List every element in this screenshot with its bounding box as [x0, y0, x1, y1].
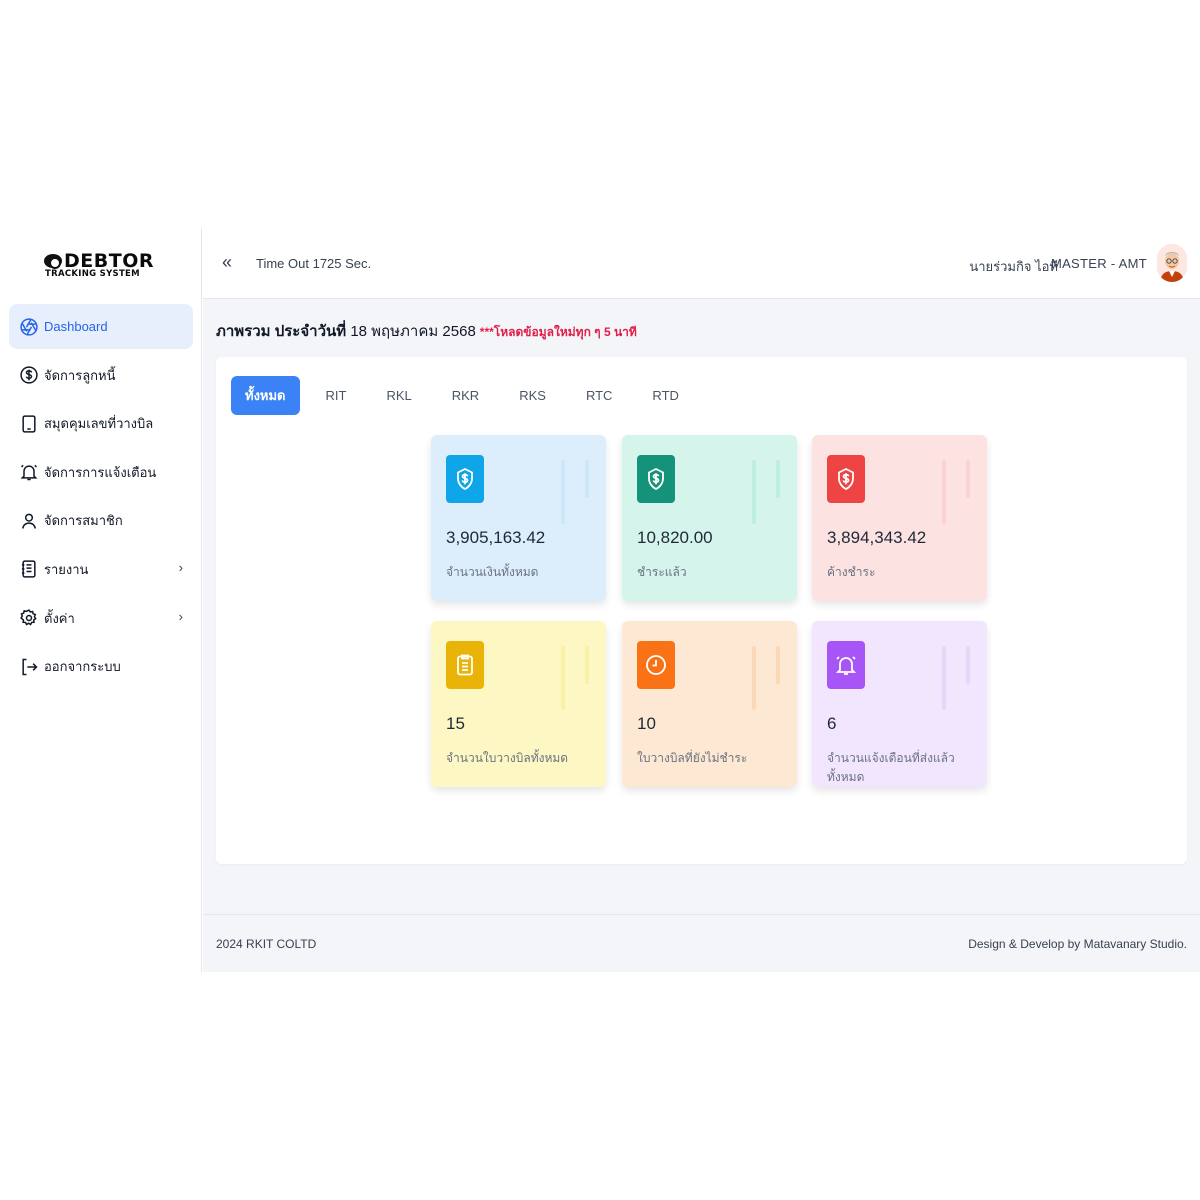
dollar-shield-icon	[637, 455, 675, 503]
card-decor	[561, 460, 565, 524]
app: DEBTOR TRACKING SYSTEM Dashboard จัดการล…	[0, 228, 1200, 972]
user-role: MASTER - AMT	[1050, 256, 1147, 271]
dollar-shield-icon	[446, 455, 484, 503]
card-value: 10,820.00	[637, 528, 713, 547]
card-value: 6	[827, 714, 837, 733]
card-decor	[776, 646, 780, 684]
sidebar-item-notifications[interactable]: จัดการการแจ้งเตือน	[9, 450, 193, 495]
chevron-right-icon: ›	[178, 559, 183, 575]
card-decor	[561, 646, 565, 710]
card-decor	[942, 646, 946, 710]
collapse-sidebar-button[interactable]: «	[222, 252, 232, 272]
aperture-icon	[19, 317, 39, 337]
sidebar-item-label: ออกจากระบบ	[44, 659, 121, 675]
sidebar-item-label: สมุดคุมเลขที่วางบิล	[44, 416, 154, 432]
sidebar-item-settings[interactable]: ตั้งค่า ›	[9, 596, 193, 641]
card-decor	[776, 460, 780, 498]
card-label: ใบวางบิลที่ยังไม่ชำระ	[637, 751, 748, 765]
logout-icon	[19, 657, 39, 677]
sidebar-item-dashboard[interactable]: Dashboard	[9, 304, 193, 349]
sidebar-nav: Dashboard จัดการลูกหนี้ สมุดคุมเลขที่วาง…	[9, 304, 193, 693]
page-title-prefix: ภาพรวม ประจำวันที่	[216, 323, 351, 340]
sidebar-item-label: จัดการสมาชิก	[44, 513, 123, 529]
sidebar-item-label: จัดการลูกหนี้	[44, 367, 116, 383]
card-decor	[585, 460, 589, 498]
stat-card-notifications-sent[interactable]: 6 จำนวนแจ้งเตือนที่ส่งแล้วทั้งหมด	[812, 621, 987, 787]
logo[interactable]: DEBTOR TRACKING SYSTEM	[44, 252, 160, 280]
sidebar-item-label: จัดการการแจ้งเตือน	[44, 464, 157, 480]
sidebar-item-label: รายงาน	[44, 561, 89, 577]
reload-note: ***โหลดข้อมูลใหม่ทุก ๆ 5 นาที	[479, 325, 637, 339]
card-decor	[752, 646, 756, 710]
card-value: 3,894,343.42	[827, 528, 927, 547]
card-label: ค้างชำระ	[827, 565, 876, 579]
card-decor	[585, 646, 589, 684]
tab-rtd[interactable]: RTD	[638, 376, 692, 415]
card-value: 15	[446, 714, 465, 733]
tab-rit[interactable]: RIT	[312, 376, 361, 415]
tab-rkr[interactable]: RKR	[438, 376, 493, 415]
session-timeout: Time Out 1725 Sec.	[256, 256, 372, 271]
stat-card-total-bills[interactable]: 15 จำนวนใบวางบิลทั้งหมด	[431, 621, 606, 787]
user-name[interactable]: นายร่วมกิจ ไอที	[969, 256, 1058, 277]
main-content: « Time Out 1725 Sec. นายร่วมกิจ ไอที MAS…	[203, 228, 1200, 972]
stat-card-outstanding[interactable]: 3,894,343.42 ค้างชำระ	[812, 435, 987, 601]
stat-card-total-amount[interactable]: 3,905,163.42 จำนวนเงินทั้งหมด	[431, 435, 606, 601]
stat-card-unpaid-bills[interactable]: 10 ใบวางบิลที่ยังไม่ชำระ	[622, 621, 797, 787]
sidebar-item-debtors[interactable]: จัดการลูกหนี้	[9, 353, 193, 398]
branch-tabs: ทั้งหมด RIT RKL RKR RKS RTC RTD	[231, 376, 705, 416]
dollar-circle-icon	[19, 365, 39, 385]
tablet-icon	[19, 414, 39, 434]
sidebar-item-members[interactable]: จัดการสมาชิก	[9, 498, 193, 543]
tab-all[interactable]: ทั้งหมด	[231, 376, 300, 415]
card-decor	[966, 646, 970, 684]
card-decor	[966, 460, 970, 498]
bell-icon	[19, 462, 39, 482]
logo-wheel-icon	[44, 254, 62, 269]
card-value: 3,905,163.42	[446, 528, 546, 547]
dollar-shield-icon	[827, 455, 865, 503]
card-label: จำนวนเงินทั้งหมด	[446, 565, 539, 579]
sidebar-item-billing-ledger[interactable]: สมุดคุมเลขที่วางบิล	[9, 401, 193, 446]
page-title: ภาพรวม ประจำวันที่ 18 พฤษภาคม 2568 ***โหล…	[216, 319, 637, 343]
tab-rkl[interactable]: RKL	[372, 376, 425, 415]
stat-card-paid[interactable]: 10,820.00 ชำระแล้ว	[622, 435, 797, 601]
card-value: 10	[637, 714, 656, 733]
gear-icon	[19, 608, 39, 628]
chevron-right-icon: ›	[178, 608, 183, 624]
card-label: ชำระแล้ว	[637, 565, 687, 579]
dashboard-panel: ทั้งหมด RIT RKL RKR RKS RTC RTD 3,905,16…	[216, 357, 1187, 864]
sidebar: DEBTOR TRACKING SYSTEM Dashboard จัดการล…	[0, 228, 202, 972]
card-decor	[752, 460, 756, 524]
report-icon	[19, 559, 39, 579]
footer-credit: Design & Develop by Matavanary Studio.	[968, 937, 1187, 951]
page-title-date: 18 พฤษภาคม 2568	[350, 323, 476, 340]
card-decor	[942, 460, 946, 524]
logo-text: DEBTOR	[64, 250, 154, 272]
card-label: จำนวนใบวางบิลทั้งหมด	[446, 751, 569, 765]
sidebar-item-label: ตั้งค่า	[44, 610, 75, 626]
user-icon	[19, 511, 39, 531]
tab-rtc[interactable]: RTC	[572, 376, 626, 415]
card-label: จำนวนแจ้งเตือนที่ส่งแล้วทั้งหมด	[827, 751, 955, 784]
sidebar-item-label: Dashboard	[44, 319, 108, 334]
sidebar-item-reports[interactable]: รายงาน ›	[9, 547, 193, 592]
clipboard-icon	[446, 641, 484, 689]
footer: 2024 RKIT COLTD Design & Develop by Mata…	[203, 914, 1200, 972]
sidebar-item-logout[interactable]: ออกจากระบบ	[9, 644, 193, 689]
avatar[interactable]	[1157, 244, 1187, 282]
clock-icon	[637, 641, 675, 689]
footer-copyright: 2024 RKIT COLTD	[216, 937, 317, 951]
bell-icon	[827, 641, 865, 689]
tab-rks[interactable]: RKS	[505, 376, 560, 415]
topbar: « Time Out 1725 Sec. นายร่วมกิจ ไอที MAS…	[203, 228, 1200, 299]
